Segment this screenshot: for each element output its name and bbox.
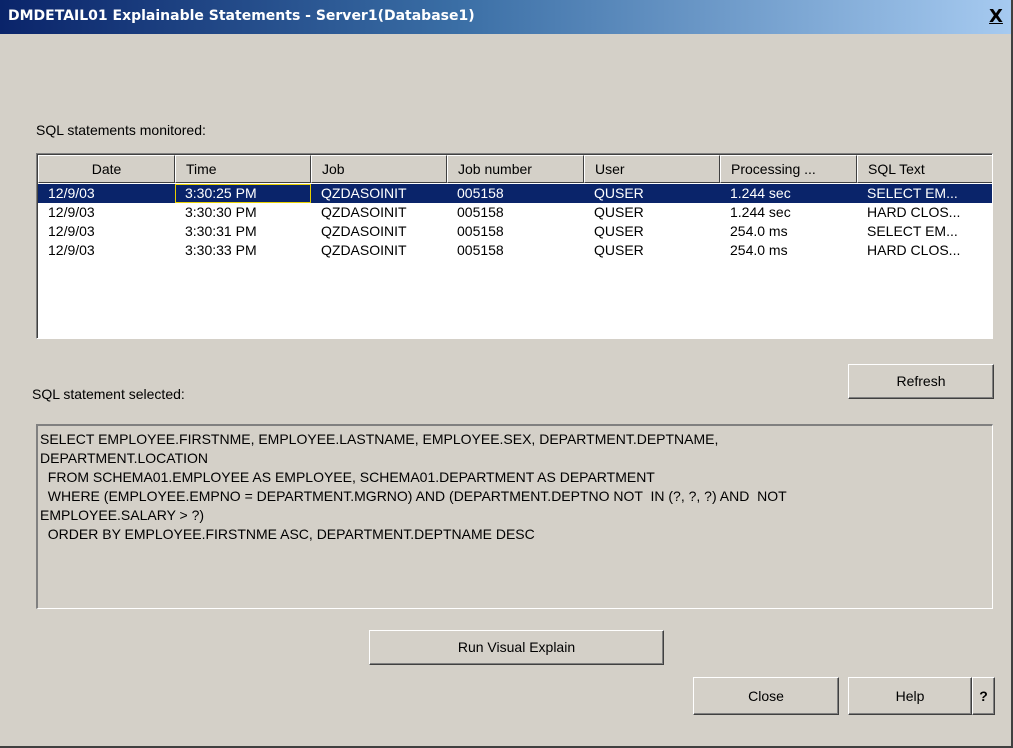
run-visual-explain-button[interactable]: Run Visual Explain [369, 630, 664, 665]
column-header-job[interactable]: Job [311, 155, 447, 183]
cell-date: 12/9/03 [48, 204, 95, 220]
cell-job: QZDASOINIT [321, 223, 407, 239]
table-body: 12/9/03 3:30:25 PM QZDASOINIT 005158 QUS… [38, 184, 992, 260]
statements-table[interactable]: Date Time Job Job number User Processing… [36, 153, 993, 339]
cell-job: QZDASOINIT [321, 204, 407, 220]
dialog-window: DMDETAIL01 Explainable Statements - Serv… [0, 0, 1013, 748]
help-button[interactable]: Help [848, 677, 972, 715]
table-row[interactable]: 12/9/03 3:30:31 PM QZDASOINIT 005158 QUS… [38, 222, 992, 241]
cell-time: 3:30:30 PM [185, 204, 257, 220]
cell-sql-text: SELECT EM... [857, 184, 992, 203]
column-header-job-number[interactable]: Job number [447, 155, 584, 183]
sql-line: EMPLOYEE.SALARY > ?) [40, 507, 205, 523]
cell-job-number: 005158 [457, 242, 504, 258]
column-header-time[interactable]: Time [175, 155, 311, 183]
sql-line: ORDER BY EMPLOYEE.FIRSTNME ASC, DEPARTME… [40, 526, 535, 542]
monitored-label: SQL statements monitored: [36, 122, 206, 138]
window-title: DMDETAIL01 Explainable Statements - Serv… [8, 8, 475, 24]
title-bar[interactable]: DMDETAIL01 Explainable Statements - Serv… [0, 0, 1011, 34]
table-row[interactable]: 12/9/03 3:30:25 PM QZDASOINIT 005158 QUS… [38, 184, 992, 203]
cell-time: 3:30:31 PM [185, 223, 257, 239]
cell-date: 12/9/03 [48, 242, 95, 258]
cell-job-number: 005158 [447, 184, 584, 203]
cell-user: QUSER [594, 223, 644, 239]
sql-line: SELECT EMPLOYEE.FIRSTNME, EMPLOYEE.LASTN… [40, 431, 719, 447]
sql-line: DEPARTMENT.LOCATION [40, 450, 209, 466]
cell-date: 12/9/03 [48, 223, 95, 239]
cell-job-number: 005158 [457, 204, 504, 220]
cell-processing: 1.244 sec [730, 204, 791, 220]
table-row[interactable]: 12/9/03 3:30:30 PM QZDASOINIT 005158 QUS… [38, 203, 992, 222]
column-header-date[interactable]: Date [38, 155, 175, 183]
cell-sql-text: HARD CLOS... [867, 242, 961, 258]
sql-line: FROM SCHEMA01.EMPLOYEE AS EMPLOYEE, SCHE… [40, 469, 655, 485]
close-button[interactable]: Close [693, 677, 839, 715]
sql-statement-text[interactable]: SELECT EMPLOYEE.FIRSTNME, EMPLOYEE.LASTN… [36, 424, 993, 609]
column-header-sql-text[interactable]: SQL Text [857, 155, 992, 183]
refresh-button[interactable]: Refresh [848, 364, 994, 399]
selected-label: SQL statement selected: [32, 386, 185, 402]
cell-sql-text: HARD CLOS... [867, 204, 961, 220]
sql-line: WHERE (EMPLOYEE.EMPNO = DEPARTMENT.MGRNO… [40, 488, 787, 504]
cell-processing: 254.0 ms [730, 242, 788, 258]
cell-processing: 1.244 sec [720, 184, 857, 203]
cell-user: QUSER [594, 204, 644, 220]
cell-processing: 254.0 ms [730, 223, 788, 239]
context-help-button[interactable]: ? [972, 677, 995, 715]
cell-user: QUSER [594, 242, 644, 258]
cell-time: 3:30:25 PM [175, 184, 311, 203]
column-header-user[interactable]: User [584, 155, 720, 183]
cell-date: 12/9/03 [38, 184, 175, 203]
cell-sql-text: SELECT EM... [867, 223, 958, 239]
cell-job-number: 005158 [457, 223, 504, 239]
cell-job: QZDASOINIT [321, 242, 407, 258]
cell-user: QUSER [584, 184, 720, 203]
table-row[interactable]: 12/9/03 3:30:33 PM QZDASOINIT 005158 QUS… [38, 241, 992, 260]
cell-time: 3:30:33 PM [185, 242, 257, 258]
column-header-processing[interactable]: Processing ... [720, 155, 857, 183]
table-header: Date Time Job Job number User Processing… [38, 155, 992, 183]
cell-job: QZDASOINIT [311, 184, 447, 203]
close-window-icon[interactable]: X [985, 7, 1007, 27]
